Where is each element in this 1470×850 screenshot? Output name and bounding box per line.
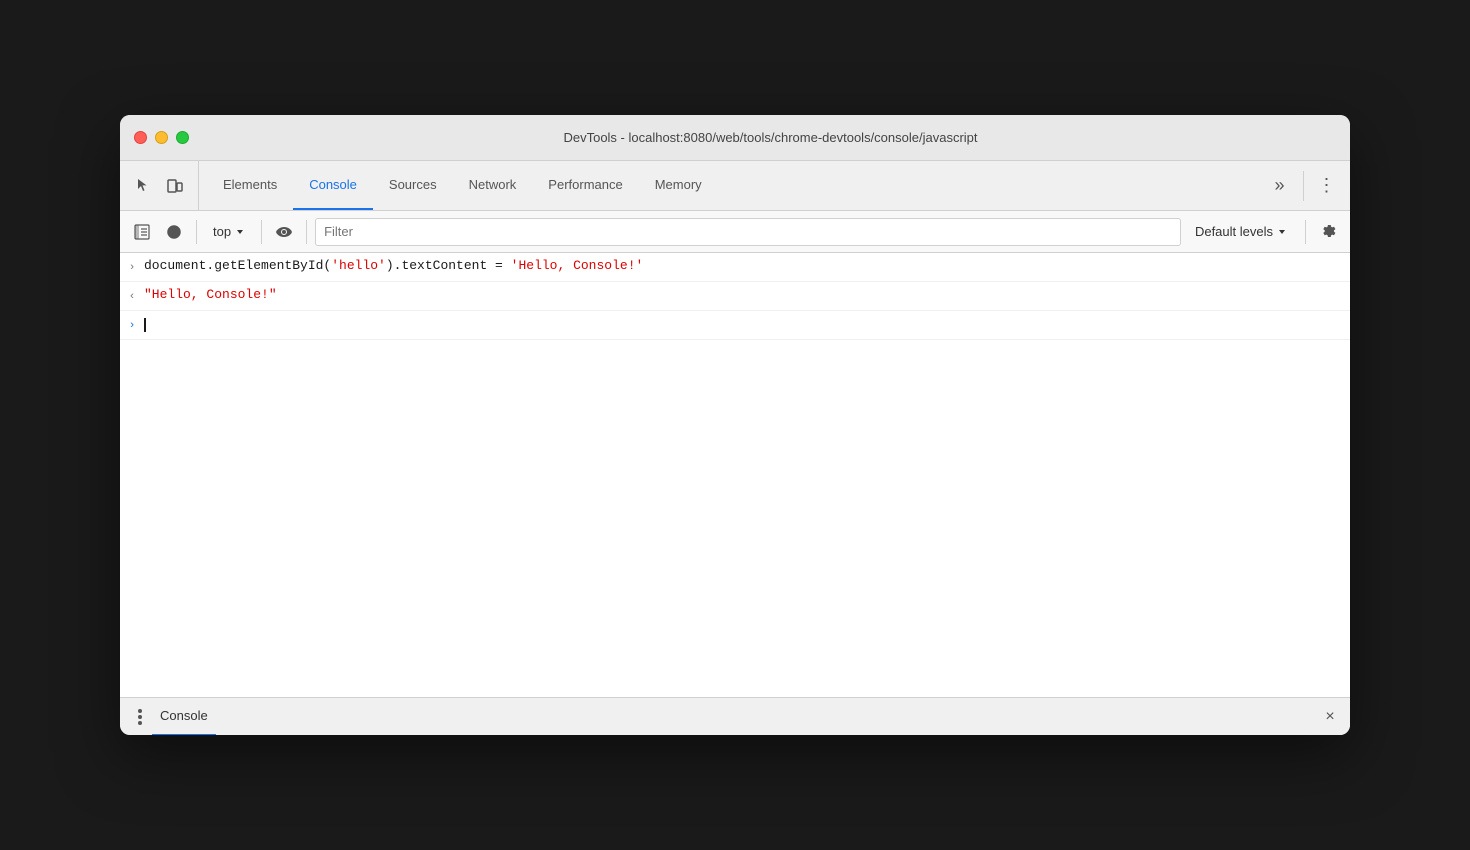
dot-3 bbox=[138, 721, 142, 725]
tab-console[interactable]: Console bbox=[293, 161, 373, 210]
log-levels-button[interactable]: Default levels bbox=[1185, 218, 1297, 246]
text-cursor bbox=[144, 318, 146, 332]
tab-performance[interactable]: Performance bbox=[532, 161, 638, 210]
dot-2 bbox=[138, 715, 142, 719]
tab-items: Elements Console Sources Network Perform… bbox=[207, 161, 1265, 210]
tab-memory[interactable]: Memory bbox=[639, 161, 718, 210]
customize-menu-button[interactable]: ⋮ bbox=[1312, 171, 1342, 201]
console-toolbar: top Default levels bbox=[120, 211, 1350, 253]
tab-bar-right: » ⋮ bbox=[1265, 161, 1342, 210]
drawer-menu-button[interactable] bbox=[128, 705, 152, 729]
close-drawer-button[interactable]: × bbox=[1318, 705, 1342, 729]
more-tabs-button[interactable]: » bbox=[1265, 171, 1295, 201]
console-output: › document.getElementById('hello').textC… bbox=[120, 253, 1350, 697]
settings-button[interactable] bbox=[1314, 218, 1342, 246]
title-bar: DevTools - localhost:8080/web/tools/chro… bbox=[120, 115, 1350, 161]
toolbar-divider-4 bbox=[1305, 220, 1306, 244]
tab-sources[interactable]: Sources bbox=[373, 161, 453, 210]
tab-elements[interactable]: Elements bbox=[207, 161, 293, 210]
bottom-console-tab[interactable]: Console bbox=[152, 698, 216, 736]
toolbar-divider-3 bbox=[306, 220, 307, 244]
window-title: DevTools - localhost:8080/web/tools/chro… bbox=[205, 130, 1336, 145]
tab-bar-left-icons bbox=[128, 161, 199, 210]
clear-console-button[interactable] bbox=[160, 218, 188, 246]
prompt-arrow: › bbox=[120, 315, 144, 335]
bottom-bar: Console × bbox=[120, 697, 1350, 735]
sidebar-toggle-button[interactable] bbox=[128, 218, 156, 246]
tab-network[interactable]: Network bbox=[453, 161, 533, 210]
device-toolbar-icon[interactable] bbox=[160, 171, 190, 201]
tab-bar-divider bbox=[1303, 171, 1304, 201]
console-line-input: › document.getElementById('hello').textC… bbox=[120, 253, 1350, 282]
console-line-output-content: "Hello, Console!" bbox=[144, 286, 1342, 304]
toolbar-divider-1 bbox=[196, 220, 197, 244]
dot-1 bbox=[138, 709, 142, 713]
live-expression-button[interactable] bbox=[270, 218, 298, 246]
console-prompt-line[interactable]: › bbox=[120, 311, 1350, 340]
context-selector[interactable]: top bbox=[205, 218, 253, 246]
output-arrow: ‹ bbox=[120, 286, 144, 306]
filter-input[interactable] bbox=[315, 218, 1181, 246]
console-line-input-content: document.getElementById('hello').textCon… bbox=[144, 257, 1342, 275]
close-button[interactable] bbox=[134, 131, 147, 144]
maximize-button[interactable] bbox=[176, 131, 189, 144]
inspect-element-icon[interactable] bbox=[128, 171, 158, 201]
devtools-window: DevTools - localhost:8080/web/tools/chro… bbox=[120, 115, 1350, 735]
traffic-lights bbox=[134, 131, 189, 144]
input-arrow: › bbox=[120, 257, 144, 277]
tab-bar: Elements Console Sources Network Perform… bbox=[120, 161, 1350, 211]
console-line-output: ‹ "Hello, Console!" bbox=[120, 282, 1350, 311]
minimize-button[interactable] bbox=[155, 131, 168, 144]
toolbar-divider-2 bbox=[261, 220, 262, 244]
console-input-active[interactable] bbox=[144, 316, 1342, 334]
